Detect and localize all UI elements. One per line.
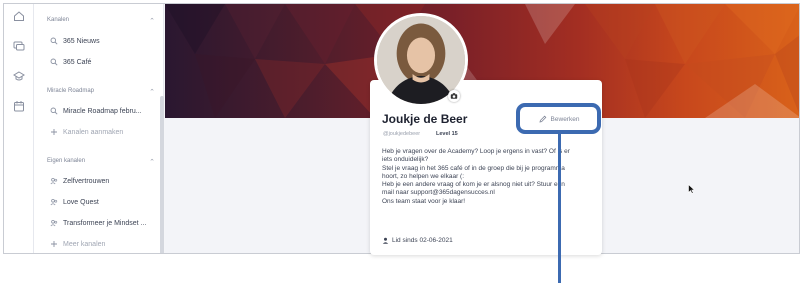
chevron-up-icon: ⌃ — [149, 89, 155, 96]
sidebar-item-label: 365 Café — [63, 58, 92, 66]
sidebar-item-zelfvertrouwen[interactable]: Zelfvertrouwen — [50, 177, 109, 185]
channel-icon — [50, 107, 58, 115]
create-channel-button[interactable]: Kanalen aanmaken — [50, 128, 123, 136]
more-channels-button[interactable]: Meer kanalen — [50, 240, 105, 248]
icon-rail — [4, 4, 34, 253]
sidebar-scrollbar[interactable] — [160, 96, 164, 253]
section-title: Kanalen — [47, 17, 70, 23]
sidebar-item-label: Love Quest — [63, 198, 99, 206]
profile-name: Joukje de Beer — [382, 112, 468, 126]
group-icon — [50, 198, 58, 206]
profile-handle: @joukjedebeer — [383, 131, 421, 137]
sidebar-item-365-nieuws[interactable]: 365 Nieuws — [50, 37, 100, 45]
highlight-callout — [516, 103, 601, 134]
sidebar-item-365-cafe[interactable]: 365 Café — [50, 58, 91, 66]
camera-icon[interactable] — [448, 90, 460, 102]
sidebar-item-label: Meer kanalen — [63, 240, 106, 248]
section-header-miracle-roadmap[interactable]: Miracle Roadmap ⌃ — [47, 88, 155, 96]
plus-icon — [50, 240, 58, 248]
sidebar-item-label: Transformeer je Mindset ... — [63, 219, 147, 227]
chat-icon[interactable] — [13, 40, 25, 52]
chevron-up-icon: ⌃ — [149, 159, 155, 166]
chevron-up-icon: ⌃ — [149, 18, 155, 25]
sidebar-item-label: 365 Nieuws — [63, 37, 100, 45]
group-icon — [50, 177, 58, 185]
plus-icon — [50, 128, 58, 136]
section-title: Miracle Roadmap — [47, 88, 95, 94]
level-badge: Level 15 — [436, 131, 458, 137]
calendar-icon[interactable] — [13, 100, 25, 112]
sidebar-item-miracle-roadmap[interactable]: Miracle Roadmap febru... — [50, 107, 142, 115]
channel-sidebar: Kanalen ⌃ 365 Nieuws 365 Café Miracle Ro… — [34, 4, 164, 253]
sidebar-item-label: Miracle Roadmap febru... — [63, 107, 142, 115]
sidebar-item-label: Kanalen aanmaken — [63, 128, 124, 136]
section-header-kanalen[interactable]: Kanalen ⌃ — [47, 17, 155, 25]
user-icon — [382, 237, 389, 244]
sidebar-item-love-quest[interactable]: Love Quest — [50, 198, 99, 206]
home-icon[interactable] — [13, 10, 25, 22]
section-header-eigen-kanalen[interactable]: Eigen kanalen ⌃ — [47, 158, 155, 166]
callout-pointer-line — [558, 134, 561, 283]
learning-icon[interactable] — [13, 70, 25, 82]
channel-icon — [50, 58, 58, 66]
mouse-cursor-icon — [688, 184, 696, 194]
sidebar-item-label: Zelfvertrouwen — [63, 177, 110, 185]
section-title: Eigen kanalen — [47, 158, 86, 164]
group-icon — [50, 219, 58, 227]
sidebar-item-transformeer-je-mindset[interactable]: Transformeer je Mindset ... — [50, 219, 146, 227]
member-since-text: Lid sinds 02-06-2021 — [392, 237, 453, 244]
channel-icon — [50, 37, 58, 45]
member-since: Lid sinds 02-06-2021 — [382, 237, 453, 244]
